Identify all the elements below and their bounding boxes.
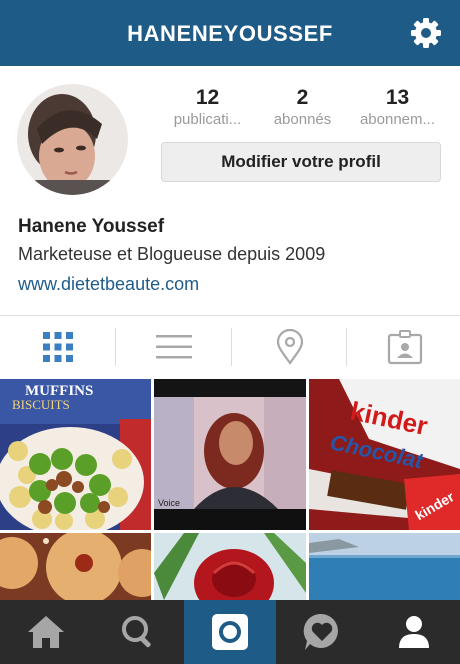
photo-thumbnail[interactable]: kinder Chocolat kinder (309, 379, 460, 530)
bottom-nav (0, 600, 460, 664)
nav-profile[interactable] (368, 600, 460, 664)
tab-map-view[interactable] (232, 316, 347, 378)
followers-label: abonnés (273, 111, 332, 128)
nav-camera[interactable] (184, 600, 276, 664)
photo-thumbnail[interactable] (154, 533, 306, 600)
nav-home[interactable] (0, 600, 92, 664)
photo-thumbnail[interactable] (0, 533, 151, 600)
stat-posts[interactable]: 12 publicati... (160, 86, 255, 130)
nav-activity[interactable] (276, 600, 368, 664)
nav-search[interactable] (92, 600, 184, 664)
tagged-photos-icon (387, 330, 422, 365)
camera-icon (212, 614, 248, 650)
photo-thumbnail[interactable]: Voice (154, 379, 306, 530)
list-icon (155, 335, 192, 359)
profile-bio: Marketeuse et Blogueuse depuis 2009 (18, 244, 326, 264)
tab-list-view[interactable] (116, 316, 231, 378)
top-bar: HANENEYOUSSEF (0, 0, 460, 66)
profile-icon (399, 616, 429, 648)
grid-icon (42, 332, 73, 362)
search-icon (122, 616, 151, 648)
photo-thumbnail[interactable]: MUFFINS BISCUITS (0, 379, 151, 530)
tab-tagged-view[interactable] (347, 316, 460, 378)
edit-profile-button[interactable]: Modifier votre profil (161, 142, 441, 182)
activity-heart-icon (303, 613, 338, 650)
following-count: 13 (385, 86, 410, 109)
avatar[interactable] (17, 84, 128, 195)
following-label: abonnem... (359, 111, 436, 128)
profile-website-link[interactable]: www.dietetbeaute.com (18, 274, 199, 295)
view-tabs (0, 316, 460, 378)
profile-full-name: Hanene Youssef (18, 216, 165, 237)
stat-following[interactable]: 13 abonnem... (350, 86, 445, 130)
gear-icon[interactable] (410, 17, 442, 49)
tab-grid-view[interactable] (0, 316, 115, 378)
followers-count: 2 (296, 86, 309, 109)
posts-count: 12 (195, 86, 220, 109)
username-title: HANENEYOUSSEF (127, 21, 333, 46)
home-icon (28, 616, 64, 648)
location-pin-icon (276, 329, 303, 365)
svg-text:BISCUITS: BISCUITS (12, 397, 70, 412)
profile-stats: 12 publicati... 2 abonnés 13 abonnem... (160, 86, 445, 132)
svg-text:Voice: Voice (158, 498, 180, 508)
photo-grid: MUFFINS BISCUITS Voice kinder Chocolat k… (0, 379, 460, 600)
posts-label: publicati... (173, 111, 242, 128)
stat-followers[interactable]: 2 abonnés (255, 86, 350, 130)
photo-thumbnail[interactable] (309, 533, 460, 600)
